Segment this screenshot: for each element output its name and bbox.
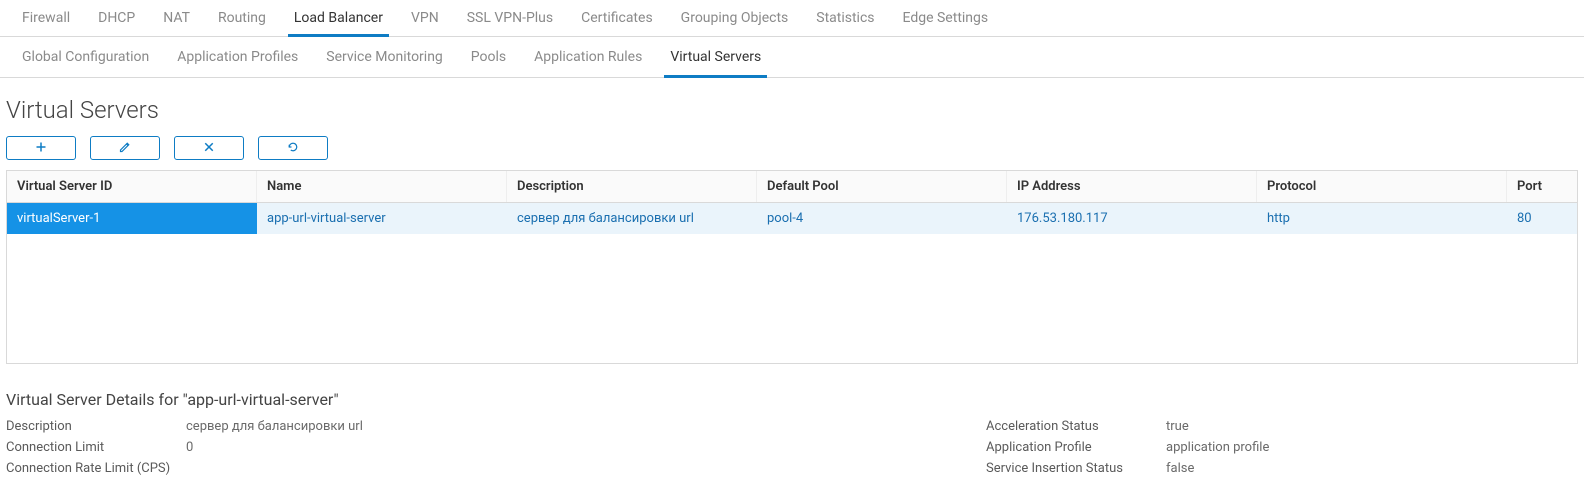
tab-certificates[interactable]: Certificates [567, 0, 667, 36]
detail-acceleration-status-label: Acceleration Status [986, 419, 1166, 434]
tab-nat[interactable]: NAT [149, 0, 204, 36]
detail-connection-rate-limit-label: Connection Rate Limit (CPS) [6, 461, 186, 476]
detail-description-label: Description [6, 419, 186, 434]
col-header-description[interactable]: Description [507, 171, 757, 202]
subtab-pools[interactable]: Pools [457, 37, 520, 77]
cell-description: сервер для балансировки url [507, 203, 757, 234]
details-col-right: Acceleration Status true Application Pro… [986, 419, 1578, 476]
detail-service-insertion-status-label: Service Insertion Status [986, 461, 1166, 476]
tab-vpn[interactable]: VPN [397, 0, 453, 36]
subtab-global-configuration[interactable]: Global Configuration [8, 37, 163, 77]
detail-connection-limit: Connection Limit 0 [6, 440, 906, 455]
toolbar [0, 132, 1584, 170]
col-header-protocol[interactable]: Protocol [1257, 171, 1507, 202]
details-title: Virtual Server Details for "app-url-virt… [0, 364, 1584, 419]
detail-application-profile-value: application profile [1166, 440, 1269, 455]
table-header-row: Virtual Server ID Name Description Defau… [7, 171, 1577, 203]
edit-button[interactable] [90, 136, 160, 160]
details-panel: Description сервер для балансировки url … [0, 419, 1584, 476]
detail-connection-limit-label: Connection Limit [6, 440, 186, 455]
cell-id: virtualServer-1 [7, 203, 257, 234]
detail-connection-rate-limit: Connection Rate Limit (CPS) [6, 461, 906, 476]
col-header-ip[interactable]: IP Address [1007, 171, 1257, 202]
primary-tabs: Firewall DHCP NAT Routing Load Balancer … [0, 0, 1584, 37]
detail-service-insertion-status-value: false [1166, 461, 1194, 476]
add-button[interactable] [6, 136, 76, 160]
tab-load-balancer[interactable]: Load Balancer [280, 0, 397, 36]
tab-grouping-objects[interactable]: Grouping Objects [667, 0, 803, 36]
detail-description-value: сервер для балансировки url [186, 419, 363, 434]
tab-statistics[interactable]: Statistics [802, 0, 888, 36]
delete-button[interactable] [174, 136, 244, 160]
pencil-icon [119, 141, 131, 156]
detail-acceleration-status: Acceleration Status true [986, 419, 1578, 434]
cell-port: 80 [1507, 203, 1577, 234]
cell-ip: 176.53.180.117 [1007, 203, 1257, 234]
page-title: Virtual Servers [0, 78, 1584, 132]
cell-default-pool: pool-4 [757, 203, 1007, 234]
subtab-virtual-servers[interactable]: Virtual Servers [656, 37, 775, 77]
tab-firewall[interactable]: Firewall [8, 0, 84, 36]
refresh-button[interactable] [258, 136, 328, 160]
subtab-application-rules[interactable]: Application Rules [520, 37, 656, 77]
col-header-name[interactable]: Name [257, 171, 507, 202]
tab-routing[interactable]: Routing [204, 0, 280, 36]
table-row[interactable]: virtualServer-1 app-url-virtual-server с… [7, 203, 1577, 234]
detail-acceleration-status-value: true [1166, 419, 1189, 434]
col-header-port[interactable]: Port [1507, 171, 1577, 202]
tab-ssl-vpn-plus[interactable]: SSL VPN-Plus [453, 0, 567, 36]
table-empty-area [7, 234, 1577, 364]
col-header-default-pool[interactable]: Default Pool [757, 171, 1007, 202]
detail-description: Description сервер для балансировки url [6, 419, 906, 434]
refresh-icon [287, 141, 299, 156]
subtab-service-monitoring[interactable]: Service Monitoring [312, 37, 457, 77]
secondary-tabs: Global Configuration Application Profile… [0, 37, 1584, 78]
close-icon [203, 141, 215, 156]
tab-edge-settings[interactable]: Edge Settings [889, 0, 1003, 36]
detail-application-profile-label: Application Profile [986, 440, 1166, 455]
col-header-id[interactable]: Virtual Server ID [7, 171, 257, 202]
details-col-left: Description сервер для балансировки url … [6, 419, 906, 476]
virtual-servers-table: Virtual Server ID Name Description Defau… [6, 170, 1578, 364]
detail-application-profile: Application Profile application profile [986, 440, 1578, 455]
tab-dhcp[interactable]: DHCP [84, 0, 149, 36]
plus-icon [35, 141, 47, 156]
cell-name: app-url-virtual-server [257, 203, 507, 234]
detail-service-insertion-status: Service Insertion Status false [986, 461, 1578, 476]
cell-protocol: http [1257, 203, 1507, 234]
detail-connection-limit-value: 0 [186, 440, 193, 455]
subtab-application-profiles[interactable]: Application Profiles [163, 37, 312, 77]
